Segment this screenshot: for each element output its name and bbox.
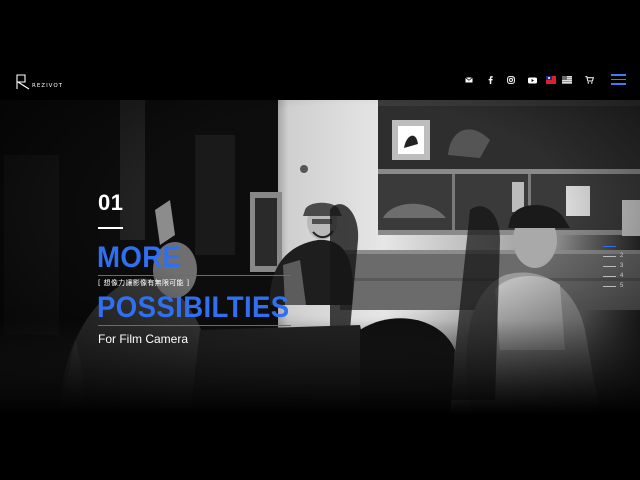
site-header: REZIVOT bbox=[0, 0, 640, 100]
us-flag-icon[interactable] bbox=[562, 73, 576, 87]
brand-logo[interactable]: REZIVOT bbox=[15, 72, 63, 90]
hamburger-menu-icon[interactable] bbox=[611, 74, 626, 85]
pager-bar bbox=[603, 255, 616, 257]
pager-number: 3 bbox=[620, 263, 624, 269]
instagram-icon[interactable] bbox=[504, 73, 518, 87]
hero-photo bbox=[0, 100, 640, 415]
title-divider bbox=[98, 275, 291, 276]
pager-item[interactable]: 5 bbox=[598, 281, 628, 291]
menu-line bbox=[611, 78, 626, 81]
pager-number: 5 bbox=[620, 283, 624, 289]
pager-bar bbox=[603, 275, 616, 277]
pager-item[interactable]: 2 bbox=[598, 251, 628, 261]
pager-number: 4 bbox=[620, 273, 624, 279]
pager-bar bbox=[603, 285, 616, 287]
header-nav bbox=[462, 73, 603, 87]
pager-item[interactable]: 1 bbox=[598, 241, 628, 251]
mail-icon[interactable] bbox=[462, 73, 476, 87]
taiwan-flag-icon[interactable] bbox=[546, 73, 560, 87]
hero-title-line-1: MORE bbox=[97, 241, 182, 274]
pager-bar bbox=[603, 245, 616, 247]
hero-subtitle-tag: [ 想像力讓影像有無限可能 ] bbox=[98, 279, 190, 287]
logo-mark-icon bbox=[16, 74, 30, 90]
us-flag bbox=[562, 76, 572, 84]
youtube-icon[interactable] bbox=[525, 73, 539, 87]
title-divider bbox=[98, 325, 291, 326]
menu-line bbox=[611, 83, 626, 85]
pager-number: 2 bbox=[620, 253, 624, 259]
pager-bar bbox=[603, 265, 616, 267]
brand-name: REZIVOT bbox=[32, 83, 64, 89]
pager-item[interactable]: 4 bbox=[598, 271, 628, 281]
slide-number: 01 bbox=[98, 190, 124, 215]
taiwan-flag bbox=[546, 76, 556, 84]
hero-slide bbox=[0, 100, 640, 415]
hero-title-line-2: POSSIBILTIES bbox=[97, 291, 290, 324]
page-bottom-band bbox=[0, 415, 640, 480]
slide-number-underline bbox=[98, 227, 123, 229]
slide-pager: 1 2 3 4 5 bbox=[598, 241, 628, 291]
cart-icon[interactable] bbox=[582, 73, 596, 87]
pager-item[interactable]: 3 bbox=[598, 261, 628, 271]
facebook-icon[interactable] bbox=[483, 73, 497, 87]
menu-line bbox=[611, 74, 626, 76]
hero-tagline: For Film Camera bbox=[98, 332, 189, 346]
